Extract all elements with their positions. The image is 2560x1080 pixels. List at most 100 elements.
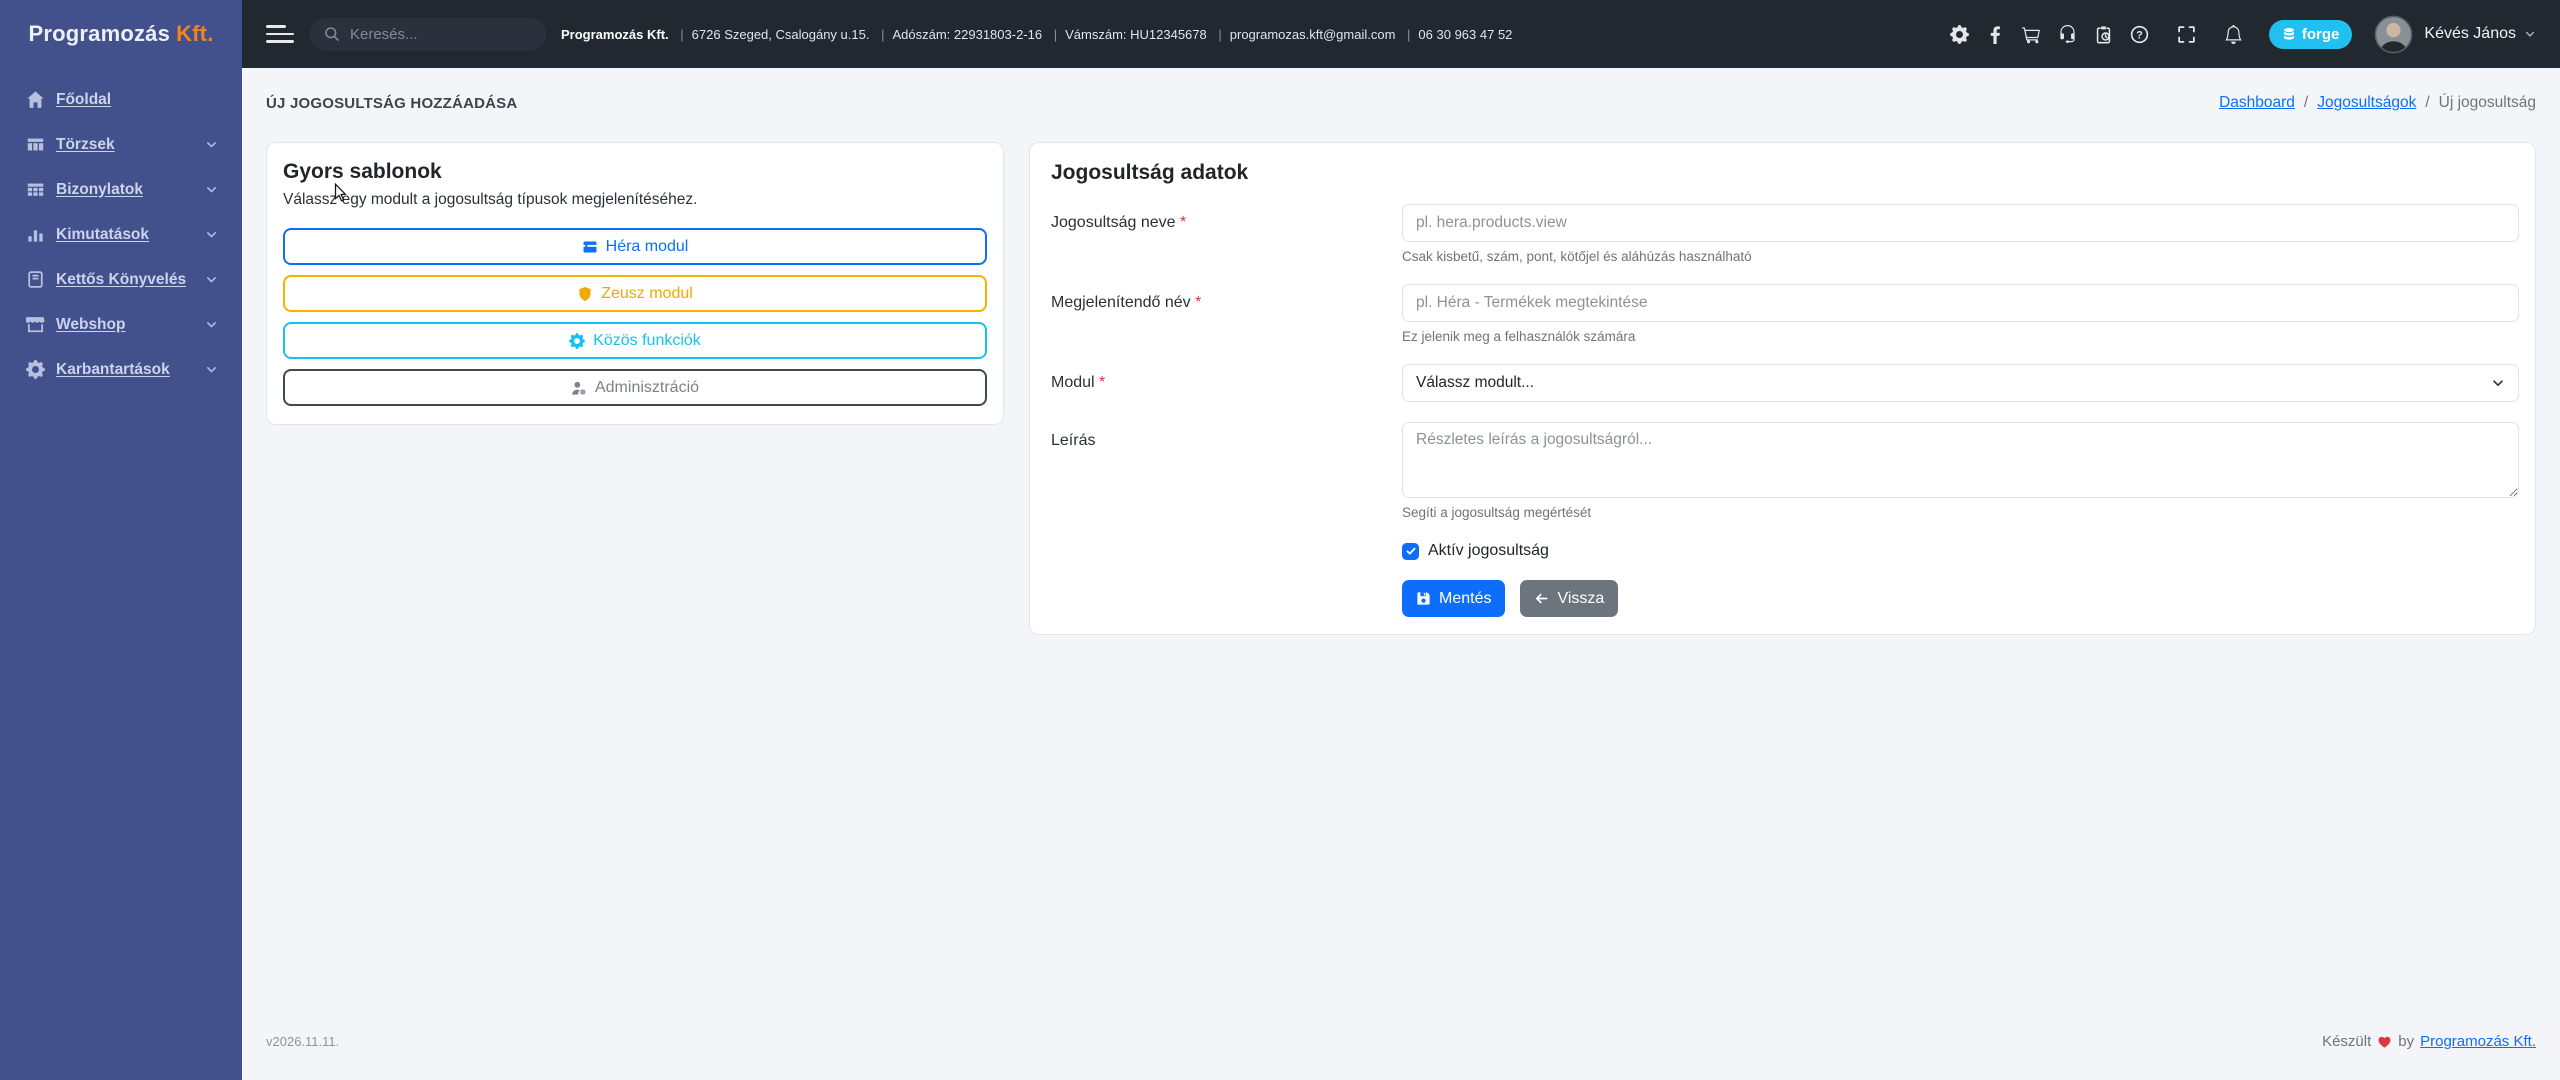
main-column: Programozás Kft. | 6726 Szeged, Csalogány… — [242, 0, 2560, 1080]
separator: | — [1218, 26, 1222, 42]
bar-chart-icon — [26, 225, 45, 244]
common-functions-button[interactable]: Közös funkciók — [283, 322, 987, 359]
gear-icon — [1950, 25, 1969, 44]
sidebar-item-label: Kettős Könyvelés — [56, 270, 187, 288]
help-button[interactable] — [2130, 25, 2149, 44]
button-label: Közös funkciók — [593, 331, 701, 349]
shop-icon — [26, 315, 45, 334]
user-menu[interactable]: Kévés János — [2374, 15, 2536, 54]
company-info: Programozás Kft. | 6726 Szeged, Csalogány… — [561, 27, 1512, 42]
facebook-button[interactable] — [1986, 25, 2005, 44]
company-name: Programozás Kft. — [561, 26, 669, 42]
gear-icon — [26, 360, 45, 379]
breadcrumb-jogosultsagok[interactable]: Jogosultságok — [2317, 94, 2416, 112]
sidebar-item-torzsek[interactable]: Törzsek — [0, 122, 242, 167]
fullscreen-button[interactable] — [2177, 25, 2196, 44]
menu-toggle-button[interactable] — [266, 22, 296, 46]
main-content: ÚJ JOGOSULTSÁG HOZZÁADÁSA Dashboard / Jo… — [242, 68, 2560, 1080]
avatar — [2374, 15, 2413, 53]
button-label: Mentés — [1439, 589, 1492, 607]
company-address: 6726 Szeged, Csalogány u.15. — [691, 26, 870, 42]
database-icon — [2282, 27, 2296, 41]
separator: | — [1407, 26, 1411, 42]
tasks-button[interactable] — [2094, 25, 2113, 44]
active-permission-checkbox[interactable]: Aktív jogosultság — [1402, 542, 2519, 560]
card-title: Jogosultság adatok — [1051, 161, 1249, 184]
field-wrap: Csak kisbetű, szám, pont, kötőjel és alá… — [1402, 204, 2519, 264]
field-label: Leírás — [1051, 432, 1096, 449]
brand-logo[interactable]: Programozás Kft. — [0, 0, 242, 68]
shield-icon — [577, 286, 593, 302]
company-email: programozas.kft@gmail.com — [1229, 26, 1396, 42]
cart-icon — [2022, 25, 2041, 44]
forge-badge[interactable]: forge — [2268, 19, 2353, 49]
cart-button[interactable] — [2022, 25, 2041, 44]
select-value: Válassz modult... — [1416, 374, 1535, 391]
journal-icon — [26, 270, 45, 289]
home-icon — [26, 90, 45, 109]
button-label: Héra modul — [605, 237, 689, 255]
help-icon — [2130, 25, 2149, 44]
clipboard-clock-icon — [2094, 25, 2113, 44]
topbar-actions: forge Kévés János — [1933, 15, 2536, 54]
footer-credit: Készült by Programozás Kft. — [2322, 1033, 2536, 1050]
zeusz-module-button[interactable]: Zeusz modul — [283, 275, 987, 312]
form-row: Jogosultság neve * Csak kisbetű, szám, p… — [1051, 204, 2519, 264]
support-button[interactable] — [2058, 25, 2077, 44]
brand-suffix: Kft. — [176, 21, 214, 46]
topbar: Programozás Kft. | 6726 Szeged, Csalogány… — [242, 0, 2560, 68]
breadcrumb-separator: / — [2303, 94, 2309, 111]
bell-icon — [2224, 25, 2243, 44]
permission-name-input[interactable] — [1402, 204, 2519, 242]
required-mark: * — [1195, 294, 1202, 311]
save-button[interactable]: Mentés — [1402, 580, 1506, 617]
form-actions: Mentés Vissza — [1402, 580, 2519, 617]
checkbox-checked[interactable] — [1402, 542, 1419, 560]
sidebar-item-bizonylatok[interactable]: Bizonylatok — [0, 167, 242, 212]
hera-module-button[interactable]: Héra modul — [283, 228, 987, 265]
person-gear-icon — [571, 380, 587, 396]
card-title: Gyors sablonok — [283, 160, 442, 183]
footer: v2026.11.11. Készült by Programozás Kft. — [266, 1017, 2536, 1080]
company-vat-number: Vámszám: HU12345678 — [1065, 26, 1207, 42]
module-select[interactable]: Válassz modult... — [1402, 364, 2519, 402]
sidebar-item-karbantartasok[interactable]: Karbantartások — [0, 347, 242, 392]
footer-company-link[interactable]: Programozás Kft. — [2420, 1033, 2536, 1050]
form-row: Leírás Segíti a jogosultság megértését — [1051, 422, 2519, 520]
sidebar-item-kimutatasok[interactable]: Kimutatások — [0, 212, 242, 257]
sidebar-item-kettos-konyveles[interactable]: Kettős Könyvelés — [0, 257, 242, 302]
settings-button[interactable] — [1950, 25, 1969, 44]
chevron-down-icon — [205, 228, 218, 241]
button-label: Zeusz modul — [601, 284, 693, 302]
credit-text: Készült — [2322, 1033, 2372, 1050]
field-wrap: Ez jelenik meg a felhasználók számára — [1402, 284, 2519, 344]
page-header: ÚJ JOGOSULTSÁG HOZZÁADÁSA Dashboard / Jo… — [266, 94, 2536, 112]
breadcrumb-dashboard[interactable]: Dashboard — [2219, 94, 2295, 112]
sidebar-item-label: Kimutatások — [56, 225, 150, 243]
breadcrumb-separator: / — [2425, 94, 2430, 111]
columns-icon — [26, 135, 45, 154]
sidebar-item-webshop[interactable]: Webshop — [0, 302, 242, 347]
field-helper: Csak kisbetű, szám, pont, kötőjel és alá… — [1402, 249, 1752, 264]
form-row: Modul * Válassz modult... — [1051, 364, 2519, 402]
search-box[interactable] — [310, 17, 546, 51]
display-name-input[interactable] — [1402, 284, 2519, 322]
window-icon — [582, 239, 598, 255]
search-input[interactable] — [350, 25, 520, 43]
required-mark: * — [1099, 374, 1106, 391]
back-button[interactable]: Vissza — [1520, 580, 1619, 617]
permission-form-card: Jogosultság adatok Jogosultság neve * Cs… — [1029, 142, 2536, 635]
headset-icon — [2058, 25, 2077, 44]
chevron-down-icon — [2491, 376, 2505, 390]
sidebar-item-label: Törzsek — [56, 135, 115, 153]
form-row: Megjelenítendő név * Ez jelenik meg a fe… — [1051, 284, 2519, 344]
administration-button[interactable]: Adminisztráció — [283, 369, 987, 406]
forge-label: forge — [2301, 25, 2340, 43]
description-textarea[interactable] — [1402, 422, 2519, 498]
sidebar-item-fooldal[interactable]: Főoldal — [0, 77, 242, 122]
sidebar-item-label: Webshop — [56, 315, 126, 333]
breadcrumb-current: Új jogosultság — [2438, 94, 2536, 111]
notifications-button[interactable] — [2224, 25, 2243, 44]
card-subtitle: Válassz egy modult a jogosultság típusok… — [283, 191, 698, 208]
field-helper: Ez jelenik meg a felhasználók számára — [1402, 329, 1636, 344]
